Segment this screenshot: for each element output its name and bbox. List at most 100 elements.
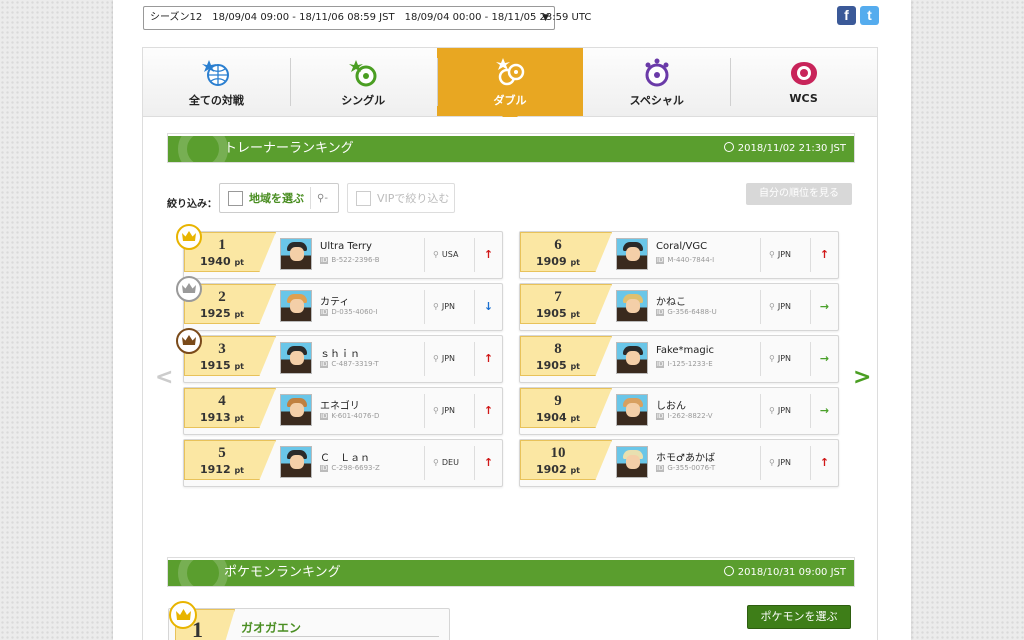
rank-plate: 8 1905 pt [520, 336, 612, 376]
timestamp-text: 2018/10/31 09:00 JST [737, 567, 846, 578]
ranking-row[interactable]: 6 1909 pt Coral/VGC ID M-440-7844-I ⚲ JPN … [519, 231, 839, 279]
twitter-icon[interactable]: t [860, 6, 879, 25]
country: ⚲ DEU [424, 446, 474, 480]
points-value: 1915 [199, 359, 231, 372]
ranking-row[interactable]: 4 1913 pt エネゴリ ID K-601-4076-D ⚲ JPN ↑ [183, 387, 503, 435]
rank-plate: 6 1909 pt [520, 232, 612, 272]
ranking-row[interactable]: 8 1905 pt Fake*magic ID I-125-1233-E ⚲ JPN… [519, 335, 839, 383]
tab-label: スペシャル [629, 94, 684, 107]
country-code: JPN [441, 354, 456, 363]
rank-number: 9 [554, 393, 562, 409]
divider [310, 187, 311, 209]
gold-crown-icon [169, 601, 197, 629]
avatar [280, 342, 312, 374]
rank-number: 5 [218, 445, 226, 461]
rank-points: 1913 pt [185, 411, 259, 426]
location-pin-icon: ⚲ [433, 250, 439, 259]
player-id-value: I-262-8822-V [667, 412, 713, 420]
rank-points: 1905 pt [521, 307, 595, 322]
ranking-row[interactable]: 1 1940 pt Ultra Terry ID B-522-2396-B ⚲ US… [176, 224, 503, 279]
id-tag-icon: ID [656, 257, 665, 264]
country: ⚲ JPN [760, 394, 810, 428]
player-name: Fake*magic [656, 345, 715, 356]
player-name: カティ [320, 297, 350, 308]
player-id: ID D-035-4060-I [320, 308, 378, 316]
prev-page-arrow[interactable]: < [155, 365, 173, 390]
avatar-face [626, 299, 640, 313]
rank-up-arrow-icon: ↑ [474, 446, 502, 480]
avatar-face [290, 403, 304, 417]
player-id-value: M-440-7844-I [667, 256, 715, 264]
ranking-row[interactable]: 3 1915 pt ｓｈｉｎ ID C-487-3319-T ⚲ JPN ↑ [176, 328, 503, 383]
points-unit: pt [234, 362, 245, 371]
avatar-face [290, 299, 304, 313]
points-value: 1925 [199, 307, 231, 320]
vip-label: VIPで絞り込む [377, 192, 450, 205]
tab-label: シングル [341, 94, 386, 107]
id-tag-icon: ID [656, 413, 665, 420]
season-select[interactable]: シーズン12 18/09/04 09:00 - 18/11/06 08:59 J… [143, 6, 591, 30]
points-unit: pt [570, 414, 581, 423]
pokemon-ranking-card[interactable]: 1 ガオガエン [168, 608, 450, 640]
battle-type-tabs: 全ての対戦 シングル ダブル スペシャル WCS [142, 47, 878, 124]
tab-double[interactable]: ダブル [436, 48, 584, 124]
rank-points: 1904 pt [521, 411, 595, 426]
tab-label: WCS [789, 92, 818, 105]
country: ⚲ JPN [760, 290, 810, 324]
vip-checkbox[interactable] [356, 190, 371, 206]
rank-number: 7 [554, 289, 562, 305]
ranking-page: シーズン12 18/09/04 09:00 - 18/11/06 08:59 J… [113, 0, 911, 640]
region-checkbox[interactable] [228, 190, 243, 206]
rank-points: 1909 pt [521, 255, 595, 270]
player-id: ID I-262-8822-V [656, 412, 713, 420]
ranking-row[interactable]: 5 1912 pt Ｃ Ｌａｎ ID C-298-6693-Z ⚲ DEU ↑ [183, 439, 503, 487]
ranking-row[interactable]: 2 1925 pt カティ ID D-035-4060-I ⚲ JPN ↓ [176, 276, 503, 331]
avatar-face [626, 403, 640, 417]
avatar-face [290, 351, 304, 365]
country: ⚲ JPN [760, 238, 810, 272]
avatar-face [290, 455, 304, 469]
tab-single[interactable]: シングル [289, 48, 437, 116]
tab-wcs[interactable]: WCS [730, 48, 877, 116]
country: ⚲ JPN [424, 394, 474, 428]
next-page-arrow[interactable]: > [853, 365, 871, 390]
region-filter[interactable]: 地域を選ぶ ⚲ - [219, 183, 339, 213]
location-pin-icon: ⚲ [433, 302, 439, 311]
ranking-row[interactable]: 10 1902 pt ホモ♂あかば ID G-355-0076-T ⚲ JPN ↑ [519, 439, 839, 487]
tab-special[interactable]: スペシャル [583, 48, 730, 116]
country-code: JPN [777, 302, 792, 311]
rank-plate: 10 1902 pt [520, 440, 612, 480]
region-value: - [324, 192, 328, 204]
rank-plate: 4 1913 pt [184, 388, 276, 428]
tab-all-battles[interactable]: 全ての対戦 [143, 48, 290, 116]
id-tag-icon: ID [656, 361, 665, 368]
location-pin-icon: ⚲ [433, 458, 439, 467]
points-value: 1909 [535, 255, 567, 268]
player-id: ID C-298-6693-Z [320, 464, 380, 472]
wcs-icon [790, 62, 817, 85]
globe-battle-icon [202, 60, 230, 86]
location-pin-icon: ⚲ [769, 302, 775, 311]
ranking-row[interactable]: 7 1905 pt かねこ ID G-356-6488-U ⚲ JPN → [519, 283, 839, 331]
country: ⚲ JPN [424, 290, 474, 324]
facebook-icon[interactable]: f [837, 6, 856, 25]
country-code: JPN [441, 302, 456, 311]
ranking-row[interactable]: 9 1904 pt しおん ID I-262-8822-V ⚲ JPN → [519, 387, 839, 435]
player-id-value: C-298-6693-Z [331, 464, 380, 472]
id-tag-icon: ID [320, 257, 329, 264]
region-button-label: 地域を選ぶ [249, 192, 304, 205]
vip-filter[interactable]: VIPで絞り込む [347, 183, 455, 213]
choose-pokemon-button[interactable]: ポケモンを選ぶ [747, 605, 851, 629]
country-code: JPN [441, 406, 456, 415]
player-id: ID B-522-2396-B [320, 256, 380, 264]
rank-same-arrow-icon: → [810, 290, 838, 324]
rank-points: 1912 pt [185, 463, 259, 478]
player-name: しおん [656, 401, 686, 412]
section-title: トレーナーランキング [224, 141, 354, 156]
gold-crown-icon [176, 224, 202, 250]
player-id: ID K-601-4076-D [320, 412, 379, 420]
season-select-value: シーズン12 18/09/04 09:00 - 18/11/06 08:59 J… [150, 12, 592, 23]
tab-label: 全ての対戦 [188, 94, 244, 107]
country: ⚲ JPN [760, 446, 810, 480]
my-rank-button[interactable]: 自分の順位を見る [746, 183, 852, 205]
